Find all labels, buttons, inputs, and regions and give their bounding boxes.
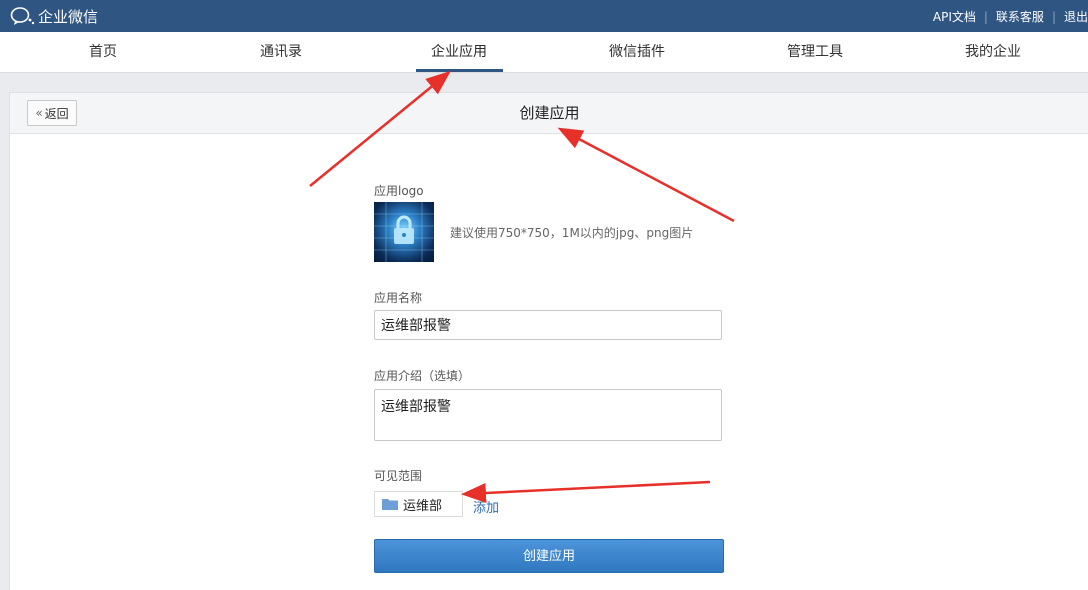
main-nav: 首页 通讯录 企业应用 微信插件 管理工具 我的企业: [0, 32, 1088, 73]
visibility-department-chip[interactable]: 运维部: [374, 491, 463, 517]
divider: |: [983, 9, 988, 24]
create-app-panel: 创建应用 « 返回 应用logo 建议使用750*750，1M以内的jpg、pn…: [9, 92, 1088, 590]
nav-tab-wechat-plugin[interactable]: 微信插件: [577, 32, 697, 72]
lock-icon: [374, 202, 434, 262]
logout-link[interactable]: 退出: [1064, 8, 1088, 25]
visibility-label: 可见范围: [374, 469, 423, 483]
wechat-work-logo-icon: [10, 7, 35, 25]
brand-logo[interactable]: 企业微信: [10, 6, 98, 26]
back-button-label: 返回: [44, 106, 69, 121]
app-intro-textarea[interactable]: 运维部报警: [374, 389, 722, 441]
folder-icon: [382, 499, 398, 510]
page-title: 创建应用: [519, 104, 580, 122]
brand-name: 企业微信: [38, 7, 99, 26]
back-button[interactable]: « 返回: [27, 100, 77, 126]
name-label: 应用名称: [374, 291, 423, 305]
app-logo-upload[interactable]: [374, 202, 434, 262]
api-docs-link[interactable]: API文档: [933, 8, 976, 25]
nav-tab-my-company[interactable]: 我的企业: [933, 32, 1053, 72]
app-name-input[interactable]: 运维部报警: [374, 310, 722, 340]
nav-tab-management-tools[interactable]: 管理工具: [755, 32, 875, 72]
department-name: 运维部: [403, 498, 443, 514]
contact-support-link[interactable]: 联系客服: [996, 8, 1044, 25]
panel-header: 创建应用 « 返回: [10, 93, 1088, 134]
active-tab-indicator: [416, 69, 503, 72]
nav-tab-apps[interactable]: 企业应用: [399, 32, 519, 72]
logo-hint: 建议使用750*750，1M以内的jpg、png图片: [450, 226, 694, 240]
divider: |: [1051, 9, 1056, 24]
top-links: API文档 | 联系客服 | 退出: [933, 8, 1088, 25]
nav-tab-contacts[interactable]: 通讯录: [221, 32, 341, 72]
intro-label: 应用介绍（选填）: [374, 369, 471, 383]
logo-label: 应用logo: [374, 184, 424, 198]
top-bar: 企业微信 API文档 | 联系客服 | 退出: [0, 0, 1088, 32]
nav-tab-home[interactable]: 首页: [43, 32, 163, 72]
double-chevron-left-icon: «: [35, 106, 43, 120]
add-visibility-link[interactable]: 添加: [473, 497, 499, 516]
create-app-button[interactable]: 创建应用: [374, 539, 724, 573]
